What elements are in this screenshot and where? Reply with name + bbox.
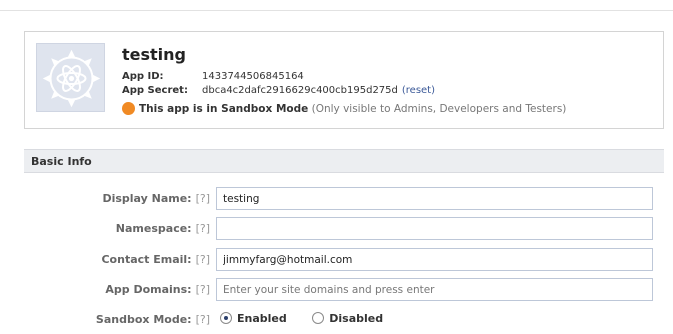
display-name-help[interactable]: [?] (196, 192, 210, 205)
app-name: testing (122, 45, 186, 64)
app-icon (36, 43, 105, 112)
app-id-value: 1433744506845164 (202, 71, 304, 82)
display-name-label: Display Name: [?] (102, 192, 210, 205)
namespace-label-text: Namespace: (115, 222, 192, 235)
gear-atom-icon (42, 49, 101, 108)
display-name-label-text: Display Name: (102, 192, 192, 205)
sandbox-mode-help[interactable]: [?] (196, 313, 210, 326)
radio-unselected-icon[interactable] (312, 312, 325, 324)
sandbox-disabled-option[interactable]: Disabled (312, 312, 383, 325)
radio-selected-icon[interactable] (220, 312, 232, 324)
contact-email-label: Contact Email: [?] (101, 253, 210, 266)
sandbox-status-note: (Only visible to Admins, Developers and … (311, 103, 567, 115)
namespace-row: Namespace: [?] (24, 217, 664, 241)
sandbox-mode-radio-group: Enabled Disabled (220, 312, 405, 325)
app-secret-value: dbca4c2dafc2916629c400cb195d275d (202, 85, 398, 96)
namespace-input[interactable] (216, 217, 653, 240)
basic-info-header: Basic Info (24, 149, 664, 173)
contact-email-label-text: Contact Email: (101, 253, 192, 266)
app-domains-row: App Domains: [?] (24, 278, 664, 302)
app-summary-card: testing App ID: 1433744506845164 App Secr… (24, 31, 664, 129)
contact-email-help[interactable]: [?] (196, 253, 210, 266)
app-id-row: App ID: 1433744506845164 (122, 71, 304, 82)
reset-secret-link[interactable]: (reset) (402, 85, 435, 96)
namespace-help[interactable]: [?] (196, 222, 210, 235)
sandbox-status: This app is in Sandbox Mode (Only visibl… (122, 102, 566, 115)
app-domains-help[interactable]: [?] (196, 283, 210, 296)
top-divider (0, 10, 673, 11)
display-name-row: Display Name: [?] (24, 187, 664, 211)
sandbox-disabled-label[interactable]: Disabled (329, 312, 383, 325)
sandbox-mode-label-text: Sandbox Mode: (95, 313, 192, 326)
sandbox-status-dot-icon (122, 102, 135, 115)
namespace-label: Namespace: [?] (116, 222, 210, 235)
app-secret-row: App Secret: dbca4c2dafc2916629c400cb195d2… (122, 85, 435, 96)
sandbox-status-text: This app is in Sandbox Mode (139, 103, 309, 115)
display-name-input[interactable] (216, 187, 653, 210)
app-domains-label-text: App Domains: (105, 283, 192, 296)
section-title: Basic Info (31, 155, 92, 168)
sandbox-mode-label: Sandbox Mode: [?] (96, 313, 210, 326)
app-domains-input[interactable] (216, 278, 653, 301)
app-domains-label: App Domains: [?] (105, 283, 210, 296)
sandbox-enabled-label[interactable]: Enabled (237, 312, 287, 325)
sandbox-enabled-option[interactable]: Enabled (220, 312, 287, 325)
sandbox-mode-row: Sandbox Mode: [?] Enabled Disabled (24, 308, 664, 332)
app-secret-label: App Secret: (122, 85, 188, 96)
contact-email-input[interactable] (216, 248, 653, 271)
contact-email-row: Contact Email: [?] (24, 248, 664, 272)
app-id-label: App ID: (122, 71, 164, 82)
